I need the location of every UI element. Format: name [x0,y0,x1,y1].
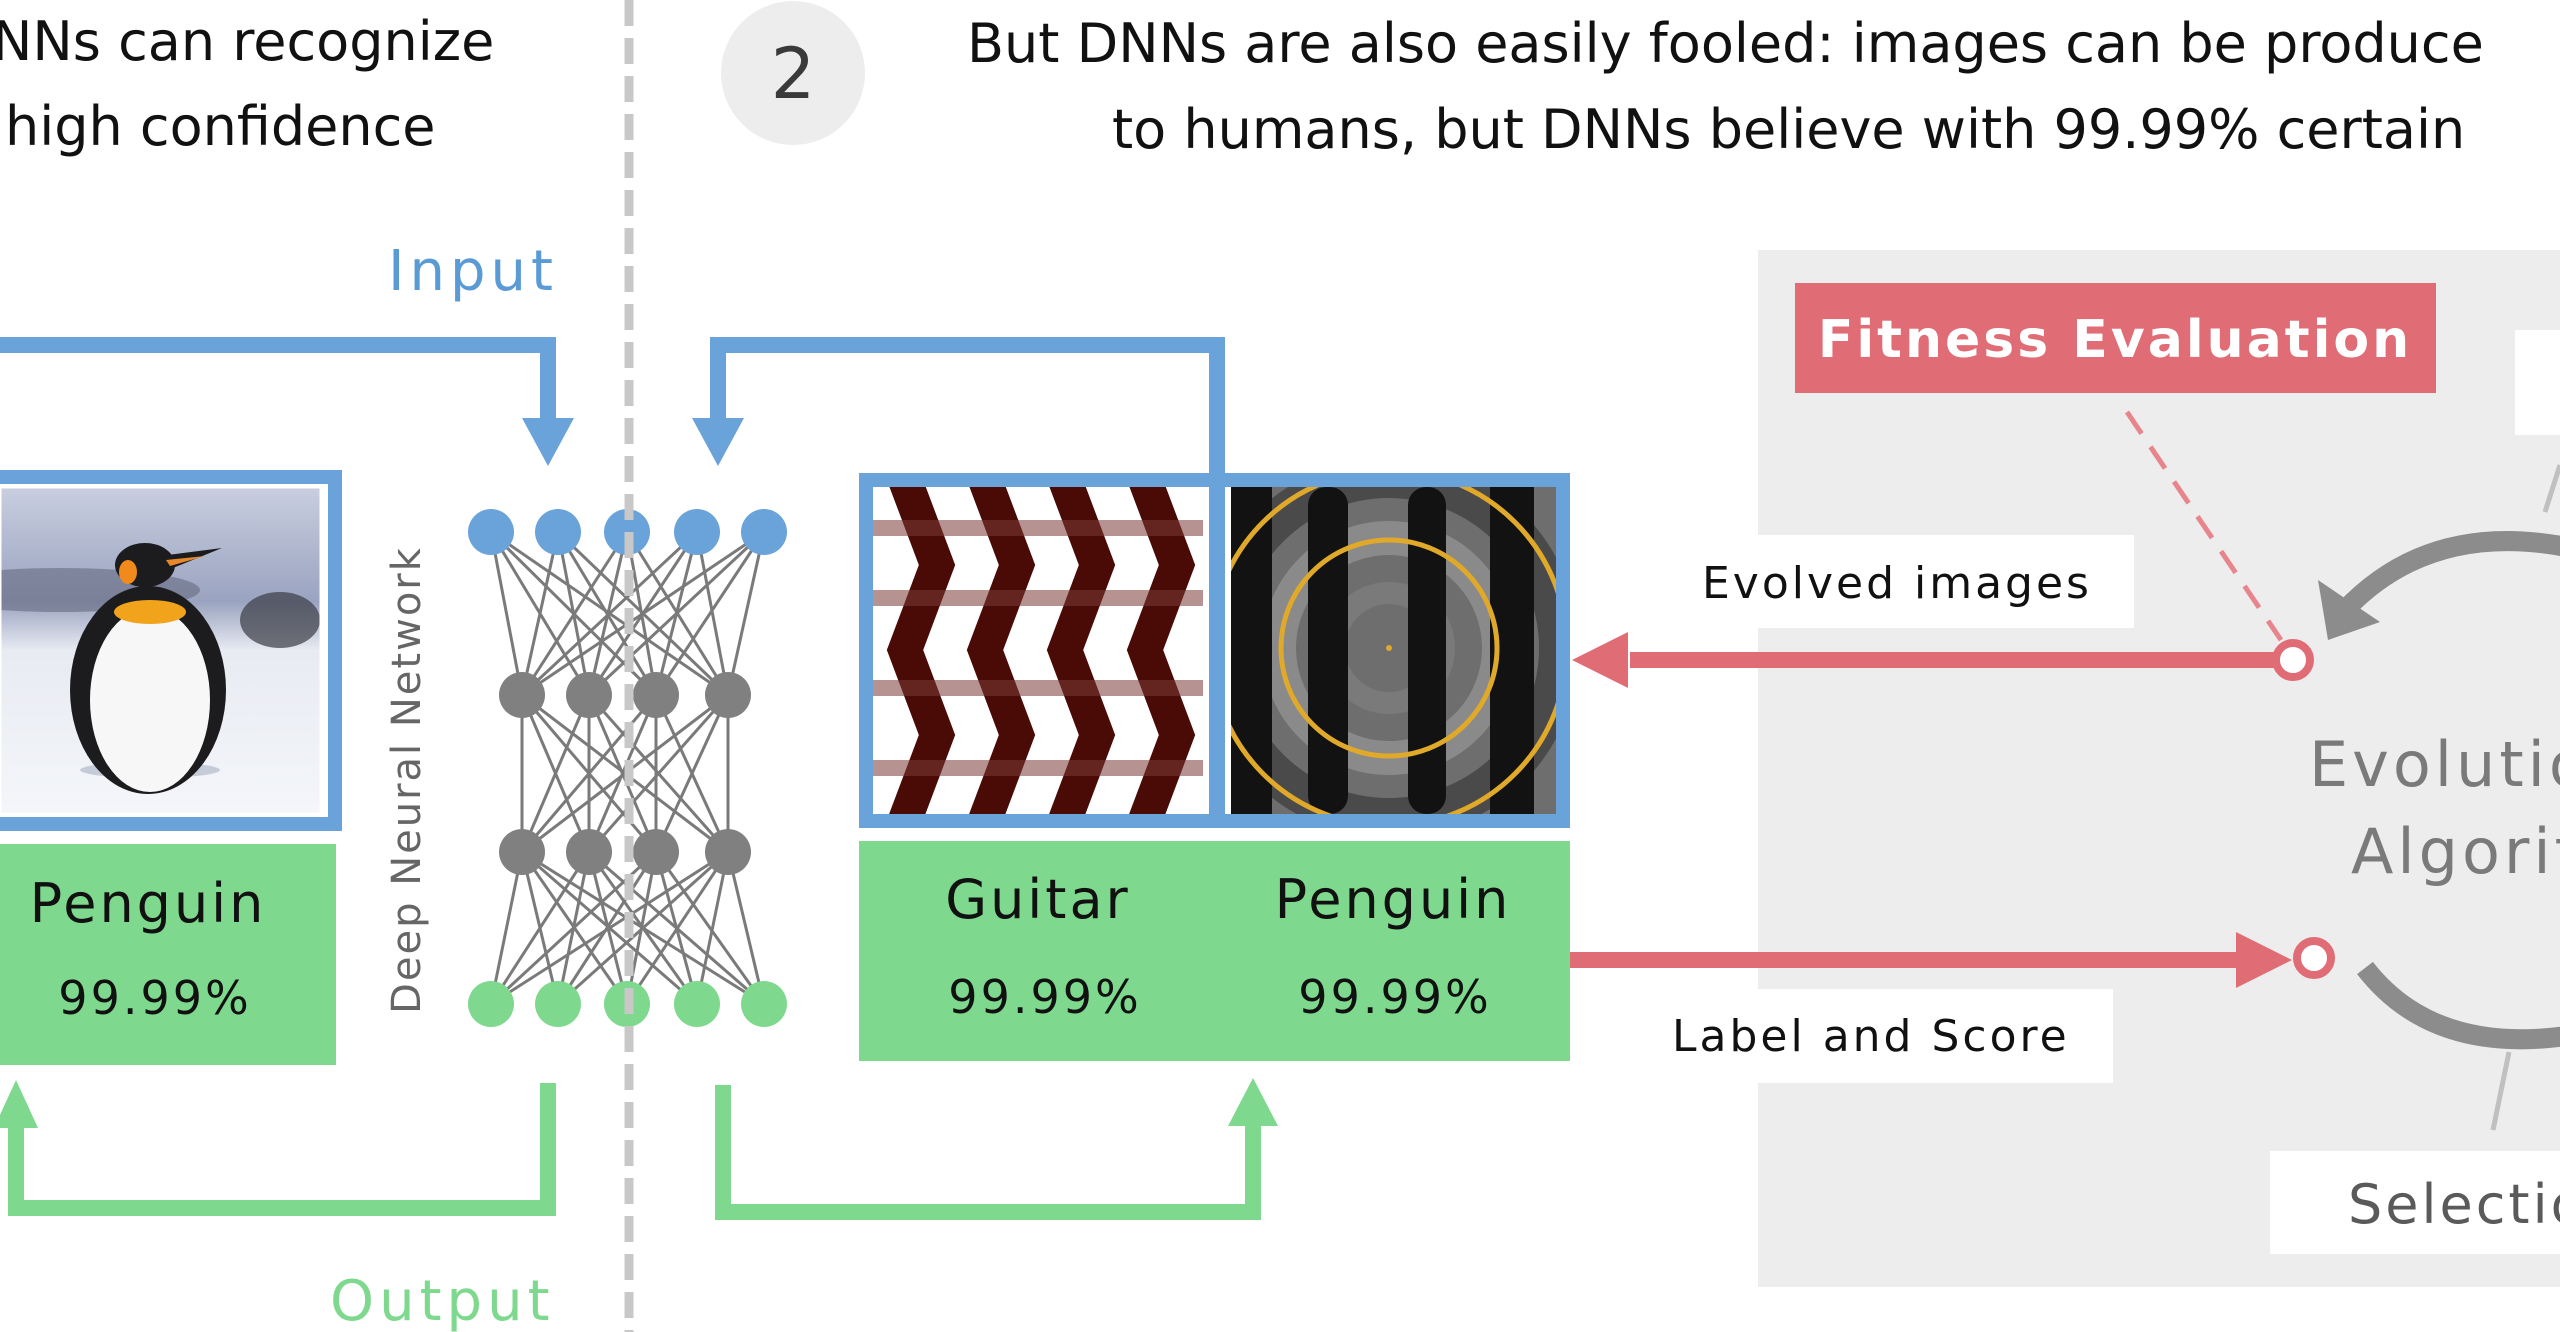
pattern-band [873,760,1203,776]
selection-label: Selectio [2348,1173,2560,1236]
label-and-score-port [2293,937,2335,979]
network-edge [587,530,766,697]
input-label: Input [388,239,558,304]
diagram-canvas: NNs can recognize high confidence Input [0,0,2560,1332]
input-neuron [535,509,581,555]
evolved-images-port [2272,639,2314,681]
algorithm-line2: Algorit [2351,815,2560,888]
input-neuron [468,509,514,555]
hidden-neuron [566,829,612,875]
output-neuron [468,981,514,1027]
fitness-evaluation-box: Fitness Evaluation [1795,283,2436,393]
evolved-images-frame [859,473,1570,828]
prediction-box-original: Penguin 99.99% [0,844,336,1065]
network-edge [726,531,766,696]
label-and-score-tag: Label and Score [1638,989,2113,1083]
fooling-image-guitar [873,487,1203,814]
output-neuron [741,981,787,1027]
input-neuron [674,509,720,555]
penguin-photo [0,470,342,831]
hidden-neuron [566,672,612,718]
step-number: 2 [771,33,816,115]
algorithm-line1: Evolutio [2309,728,2560,801]
hidden-neuron [705,672,751,718]
fooled-score-2: 99.99% [1298,970,1491,1024]
hidden-neuron [499,829,545,875]
evolved-images-tag: Evolved images [1660,535,2134,628]
output-label: Output [330,1269,555,1332]
evolved-images-label: Evolved images [1702,558,2092,609]
mutation-box [2515,330,2560,435]
output-neuron [674,981,720,1027]
section2-caption-line1: But DNNs are also easily fooled: images … [967,12,2484,75]
fooling-image-penguin [1231,487,1556,814]
section1-caption-line2: high confidence [5,95,436,158]
output-arrow-right [715,1078,1278,1220]
prediction-label: Penguin [30,872,267,935]
output-arrow-left [0,1080,556,1216]
hidden-neuron [633,829,679,875]
input-neuron [741,509,787,555]
network-label: Deep Neural Network [384,546,430,1014]
hidden-neuron [633,672,679,718]
input-arrow-left [0,337,574,466]
fooled-score-1: 99.99% [948,970,1141,1024]
pattern-band [873,520,1203,536]
hidden-neuron [499,672,545,718]
output-neuron [535,981,581,1027]
input-arrow-right [692,337,1225,476]
prediction-box-fooled: Guitar 99.99% Penguin 99.99% [859,841,1570,1061]
pattern-band [873,680,1203,696]
step-badge: 2 [721,1,865,145]
selection-tag: Selectio [2270,1151,2560,1254]
fooled-label-2: Penguin [1275,868,1512,931]
fitness-evaluation-label: Fitness Evaluation [1818,310,2412,370]
hidden-neuron [705,829,751,875]
pattern-band [873,590,1203,606]
fooled-label-1: Guitar [945,868,1131,931]
label-and-score-label: Label and Score [1672,1011,2070,1062]
section1-caption-line1: NNs can recognize [0,10,494,73]
prediction-score: 99.99% [58,971,251,1025]
section2-caption-line2: to humans, but DNNs believe with 99.99% … [1112,98,2465,161]
